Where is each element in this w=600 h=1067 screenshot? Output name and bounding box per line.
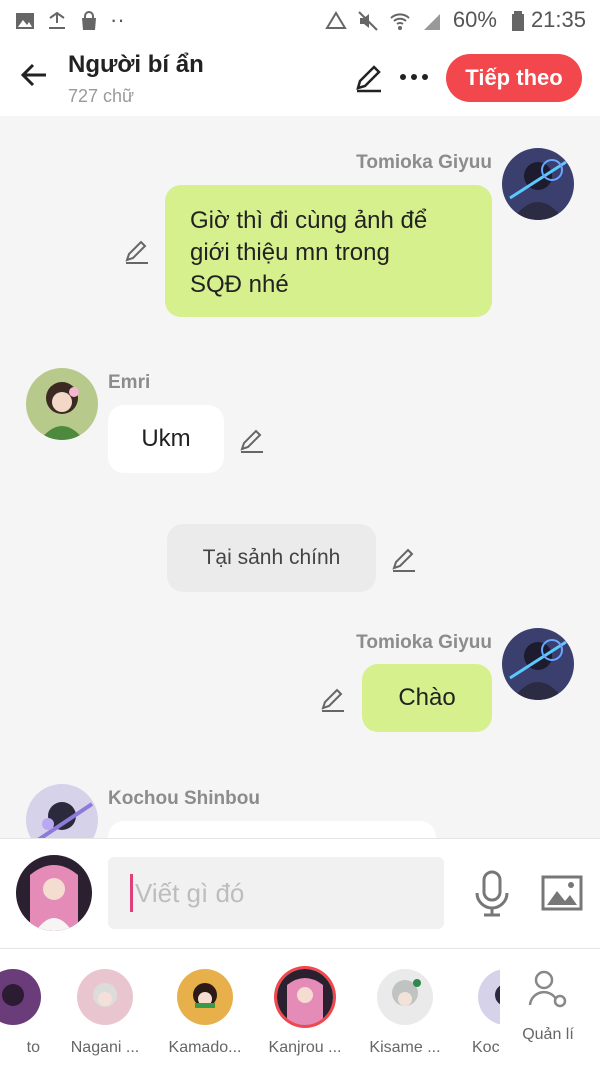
character-name: Kanjrou ... [268,1039,342,1056]
status-bar: ·· 60% 21:35 [0,0,600,40]
image-icon [541,875,583,911]
image-picker-button[interactable] [540,871,584,915]
input-bar: Viết gì đó [0,838,600,948]
character-name: to [26,1039,40,1056]
voice-input-button[interactable] [472,869,512,917]
input-placeholder: Viết gì đó [135,877,245,908]
character-name: Kisame ... [369,1039,441,1056]
avatar[interactable] [502,628,574,700]
pencil-icon [356,65,381,93]
message-text: Ukm [141,425,191,452]
pencil-icon [321,688,344,712]
more-icon [400,74,428,80]
pencil-icon [392,548,415,572]
character-item-selected[interactable]: Kanjrou ... [260,969,350,1057]
page-title: Người bí ẩn [68,51,204,78]
message-line: Giờ thì đi cùng ảnh để [190,207,428,234]
message-bubble[interactable]: Ukm [108,405,224,473]
status-right: 60% 21:35 [325,7,586,33]
character-avatar [478,969,500,1025]
sender-name: Tomioka Giyuu [356,632,492,653]
message-bubble[interactable]: Chào [362,664,492,732]
character-avatar [0,969,41,1025]
status-left: ·· [14,7,125,33]
mute-icon [357,10,379,31]
back-arrow-icon [20,63,46,87]
narration-bubble[interactable]: Tại sảnh chính [167,524,376,592]
manage-button[interactable]: Quản lí [506,967,590,1044]
signal-icon [421,10,443,30]
character-item[interactable]: Nagani ... [60,969,150,1057]
avatar[interactable] [26,784,98,838]
character-avatar [377,969,433,1025]
chat-area[interactable]: Tomioka Giyuu Giờ thì đi cùng ảnh để giớ… [0,116,600,838]
sender-name: Tomioka Giyuu [356,152,492,173]
transfer-notification-icon [46,10,68,30]
sender-name: Emri [108,372,151,393]
character-avatar [277,969,333,1025]
pencil-icon [125,240,148,264]
message-bubble[interactable] [108,821,436,838]
battery-icon [507,10,524,31]
character-item[interactable]: Kisame ... [360,969,450,1057]
character-name: Kamado... [168,1039,242,1056]
more-notifications-icon: ·· [110,7,125,32]
more-button[interactable] [398,62,430,92]
shopping-bag-icon [78,10,100,30]
edit-title-button[interactable] [352,60,386,94]
mic-icon [475,870,509,917]
message-bubble[interactable]: Giờ thì đi cùng ảnh để giới thiệu mn tro… [165,185,492,317]
back-button[interactable] [18,58,52,92]
character-name: Koc [472,1039,500,1056]
character-item[interactable]: Kamado... [160,969,250,1057]
message-line: giới thiệu mn trong [190,239,390,266]
battery-percent: 60% [452,7,497,32]
message-input[interactable]: Viết gì đó [108,857,444,929]
word-count: 727 chữ [68,86,135,106]
edit-message-button[interactable] [237,425,267,455]
edit-message-button[interactable] [122,236,152,266]
next-button[interactable]: Tiếp theo [446,54,582,102]
header: Người bí ẩn 727 chữ Tiếp theo [0,40,600,116]
avatar[interactable] [26,368,98,440]
message-line: SQĐ nhé [190,271,289,298]
wifi-icon [389,10,411,30]
current-character-avatar[interactable] [16,855,92,931]
manage-label: Quản lí [522,1026,574,1043]
character-item[interactable]: Koc [440,969,500,1057]
character-item[interactable]: to [0,969,58,1057]
character-name: Nagani ... [70,1039,140,1056]
clock: 21:35 [530,7,586,32]
gallery-notification-icon [14,10,36,30]
sender-name: Kochou Shinbou [108,788,260,809]
pencil-icon [240,429,263,453]
character-bar: to Nagani ... Kamado... Kanjrou ... Kisa… [0,948,600,1067]
edit-message-button[interactable] [318,684,348,714]
manage-user-icon [528,970,567,1008]
narration-text: Tại sảnh chính [202,546,341,569]
avatar[interactable] [502,148,574,220]
edit-narration-button[interactable] [389,544,419,574]
text-cursor [130,874,133,912]
recycle-icon [325,10,347,30]
message-text: Chào [398,684,456,711]
character-avatar [77,969,133,1025]
character-avatar [177,969,233,1025]
